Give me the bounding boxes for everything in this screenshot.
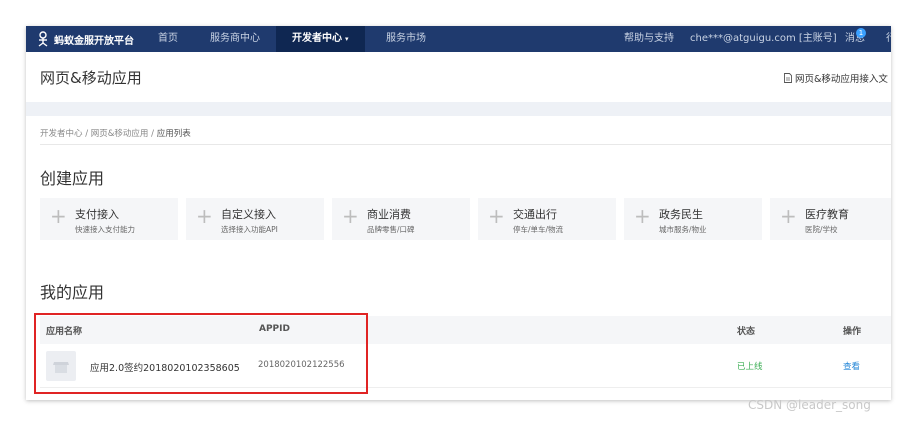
view-link[interactable]: 查看 (843, 360, 860, 372)
doc-link-label: 网页&移动应用接入文 (795, 74, 888, 85)
breadcrumb-separator: / (151, 129, 155, 139)
create-card-medical[interactable]: + 医疗教育 医院/学校 (770, 198, 891, 240)
nav-item-developer-center-label: 开发者中心 (292, 33, 342, 44)
create-card-custom[interactable]: + 自定义接入 选择接入功能API (186, 198, 324, 240)
card-desc: 医院/学校 (805, 225, 838, 234)
doc-link[interactable]: 网页&移动应用接入文 (784, 71, 888, 85)
card-title: 自定义接入 (221, 208, 276, 221)
highlight-box (34, 313, 368, 394)
nav-item-service-market[interactable]: 服务市场 (386, 26, 426, 52)
logo[interactable]: 蚂蚁金服开放平台 (36, 30, 134, 48)
nav-overflow[interactable]: 行 (886, 26, 891, 52)
nav-item-provider-center[interactable]: 服务商中心 (210, 26, 260, 52)
column-header-action: 操作 (843, 327, 862, 337)
card-desc: 品牌零售/口碑 (367, 225, 415, 234)
card-title: 交通出行 (513, 208, 557, 221)
nav-item-home[interactable]: 首页 (158, 26, 178, 52)
status-badge: 已上线 (737, 362, 763, 372)
plus-icon: + (488, 204, 505, 228)
card-title: 政务民生 (659, 208, 703, 221)
card-desc: 城市服务/物业 (659, 225, 707, 234)
document-icon (784, 73, 792, 83)
card-title: 支付接入 (75, 208, 119, 221)
breadcrumb-web-mobile[interactable]: 网页&移动应用 (91, 129, 149, 139)
nav-account[interactable]: che***@atguigu.com [主账号] (690, 26, 837, 52)
ant-logo-icon (38, 31, 48, 47)
column-header-status: 状态 (737, 327, 756, 337)
page-header: 网页&移动应用 网页&移动应用接入文 (26, 52, 891, 102)
logo-text: 蚂蚁金服开放平台 (54, 35, 134, 47)
plus-icon: + (634, 204, 651, 228)
chevron-down-icon: ▾ (345, 35, 349, 43)
card-desc: 停车/单车/物流 (513, 225, 564, 234)
my-apps-title: 我的应用 (40, 283, 105, 302)
plus-icon: + (196, 204, 213, 228)
create-card-commerce[interactable]: + 商业消费 品牌零售/口碑 (332, 198, 470, 240)
top-nav: 蚂蚁金服开放平台 首页 服务商中心 开发者中心 ▾ 服务市场 帮助与支持 che*… (26, 26, 891, 52)
breadcrumb-developer-center[interactable]: 开发者中心 (40, 129, 83, 139)
create-card-transport[interactable]: + 交通出行 停车/单车/物流 (478, 198, 616, 240)
breadcrumb-current: 应用列表 (156, 129, 191, 139)
card-title: 商业消费 (367, 208, 411, 221)
create-card-government[interactable]: + 政务民生 城市服务/物业 (624, 198, 762, 240)
breadcrumb-separator: / (85, 129, 89, 139)
nav-item-developer-center[interactable]: 开发者中心 ▾ (276, 26, 365, 52)
plus-icon: + (342, 204, 359, 228)
watermark: CSDN @leader_song (748, 398, 871, 412)
create-app-title: 创建应用 (40, 169, 105, 188)
plus-icon: + (780, 204, 797, 228)
create-card-payment[interactable]: + 支付接入 快速接入支付能力 (40, 198, 178, 240)
card-desc: 选择接入功能API (221, 225, 278, 234)
plus-icon: + (50, 204, 67, 228)
divider (40, 144, 891, 145)
message-count-badge: 1 (856, 28, 866, 38)
card-title: 医疗教育 (805, 208, 849, 221)
nav-help[interactable]: 帮助与支持 (624, 26, 674, 52)
breadcrumb: 开发者中心 / 网页&移动应用 / 应用列表 (40, 127, 191, 139)
card-desc: 快速接入支付能力 (75, 225, 135, 234)
header-band (26, 102, 891, 116)
page-title: 网页&移动应用 (40, 69, 142, 87)
